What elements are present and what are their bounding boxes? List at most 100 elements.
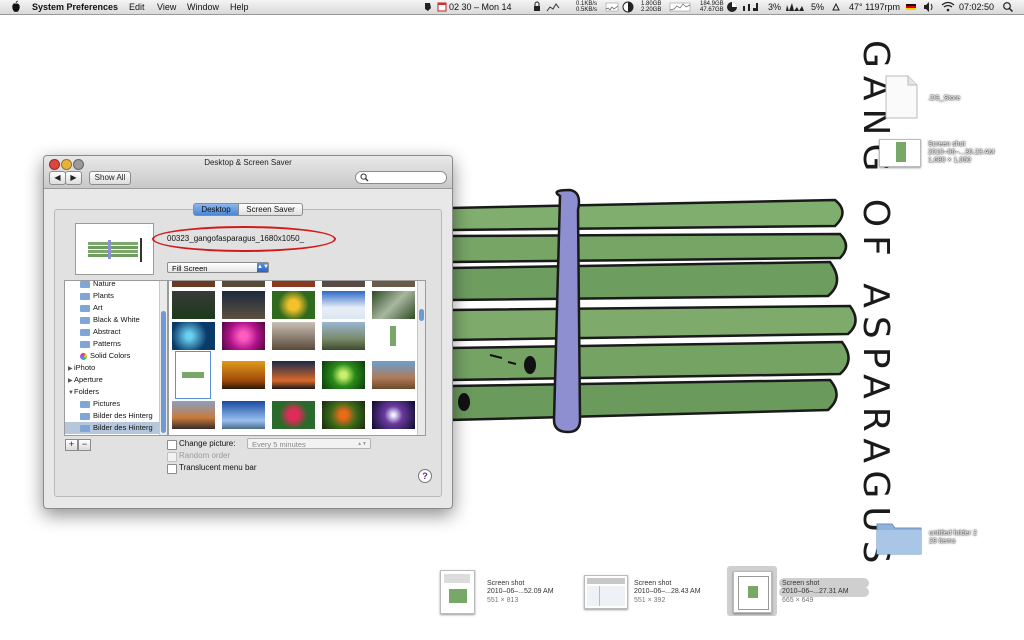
thumb-2-label[interactable]: Screen shot [634,580,671,588]
folder-icon [80,340,90,348]
search-input[interactable] [355,171,447,184]
source-black-white[interactable]: Black & White [65,314,167,326]
picture-thumbnail[interactable] [222,322,265,350]
ds-store-label[interactable]: .DS_Store [928,95,960,103]
picture-thumbnail[interactable] [372,281,415,287]
source-abstract[interactable]: Abstract [65,326,167,338]
screenshot-size: 1,680 × 1,050 [928,157,972,164]
picture-thumbnail[interactable] [322,281,365,287]
scrollbar-thumb[interactable] [161,311,166,433]
source-nature[interactable]: Nature [65,281,167,290]
folder-icon [80,304,90,312]
help-button[interactable]: ? [418,469,432,483]
picture-thumbnail[interactable] [272,401,315,429]
calendar-icon[interactable] [437,0,447,14]
source-label: Abstract [93,327,121,336]
picture-thumbnail[interactable] [322,291,365,319]
source-art[interactable]: Art [65,302,167,314]
scrollbar-thumb[interactable] [419,309,424,321]
ds-store-file-icon[interactable] [884,75,918,119]
change-picture-checkbox[interactable] [167,440,177,450]
source-bilder-1[interactable]: Bilder des Hinterg [65,410,167,422]
picture-thumbnail[interactable] [372,361,415,389]
picture-thumbnail[interactable] [272,281,315,287]
source-bilder-2-selected[interactable]: Bilder des Hinterg [65,422,167,434]
change-interval-select[interactable]: Every 5 minutes ▲▼ [247,438,371,449]
folder-icon [80,424,90,432]
add-folder-button[interactable]: + [65,439,78,451]
source-aperture[interactable]: ▶Aperture [65,374,163,386]
window-title: Desktop & Screen Saver [204,158,292,167]
picture-thumbnail[interactable] [372,291,415,319]
source-pictures[interactable]: Pictures [65,398,167,410]
app-menu[interactable]: System Preferences [32,0,118,14]
window-titlebar[interactable]: Desktop & Screen Saver ◀ ▶ Show All [44,156,452,189]
asparagus-preview-image [88,238,142,262]
source-label: Bilder des Hinterg [93,411,153,420]
source-label: Bilder des Hinterg [93,423,153,432]
view-menu[interactable]: View [157,0,176,14]
apple-logo-icon [11,0,21,14]
screenshot-label[interactable]: Screen shot [928,141,965,149]
picture-thumbnail[interactable] [172,281,215,287]
interval-value: Every 5 minutes [252,440,306,449]
source-folders[interactable]: ▼Folders [65,386,163,398]
picture-thumbnail[interactable] [322,401,365,429]
edit-menu[interactable]: Edit [129,0,145,14]
picture-thumbnail-selected[interactable] [175,351,211,399]
folder-icon [80,292,90,300]
help-menu[interactable]: Help [230,0,249,14]
picture-thumbnail[interactable] [172,322,215,350]
forward-button[interactable]: ▶ [65,171,82,185]
picture-thumbnail[interactable] [272,361,315,389]
show-all-button[interactable]: Show All [89,171,131,185]
tab-desktop[interactable]: Desktop [193,203,239,216]
select-arrows-icon: ▲▼ [357,441,367,447]
picture-grid-scrollbar[interactable] [417,281,425,435]
thumb-3-date: 2010–06–...27.31 AM [782,588,849,595]
source-plants[interactable]: Plants [65,290,167,302]
window-menu[interactable]: Window [187,0,219,14]
source-label: Solid Colors [90,351,131,360]
picture-thumbnail[interactable] [272,291,315,319]
search-icon [360,173,369,182]
picture-thumbnail[interactable] [222,291,265,319]
remove-folder-button[interactable]: − [78,439,91,451]
asparagus-eye [458,393,470,411]
source-solid-colors[interactable]: Solid Colors [65,350,167,362]
source-list-scrollbar[interactable] [159,281,167,435]
thumb-1-label[interactable]: Screen shot [487,580,524,588]
color-wheel-icon [80,352,87,360]
picture-thumbnail[interactable] [172,291,215,319]
picture-thumbnail[interactable] [222,401,265,429]
source-label: Folders [74,387,100,396]
picture-thumbnail[interactable] [372,401,415,429]
random-order-checkbox[interactable] [167,452,177,462]
picture-thumbnail[interactable] [372,322,415,350]
source-patterns[interactable]: Patterns [65,338,167,350]
fill-mode-value: Fill Screen [172,264,208,273]
screenshot-thumb-3[interactable] [733,571,772,613]
fill-mode-select[interactable]: Fill Screen ▲▼ [167,262,269,273]
tab-screen-saver[interactable]: Screen Saver [238,203,303,216]
picture-thumbnail[interactable] [322,361,365,389]
red-annotation-ellipse [152,226,336,252]
picture-thumbnail[interactable] [322,322,365,350]
picture-source-list[interactable]: Nature Plants Art Black & White Abstract… [64,280,168,436]
folder-icon [80,328,90,336]
picture-thumbnail[interactable] [222,361,265,389]
folder-icon[interactable] [876,519,922,555]
picture-thumbnail[interactable] [272,322,315,350]
screenshot-file-icon[interactable] [879,139,921,167]
source-iphoto[interactable]: ▶iPhoto [65,362,163,374]
picture-thumbnail[interactable] [172,401,215,429]
select-arrows-icon: ▲▼ [257,263,269,272]
screenshot-thumb-1[interactable] [440,570,475,614]
screenshot-thumb-2[interactable] [584,575,628,609]
translucent-menu-bar-checkbox[interactable] [167,464,177,474]
picture-grid[interactable] [168,280,426,436]
evernote-icon[interactable] [423,0,433,14]
back-button[interactable]: ◀ [49,171,66,185]
picture-thumbnail[interactable] [222,281,265,287]
folder-label[interactable]: untitled folder 2 [929,530,977,538]
